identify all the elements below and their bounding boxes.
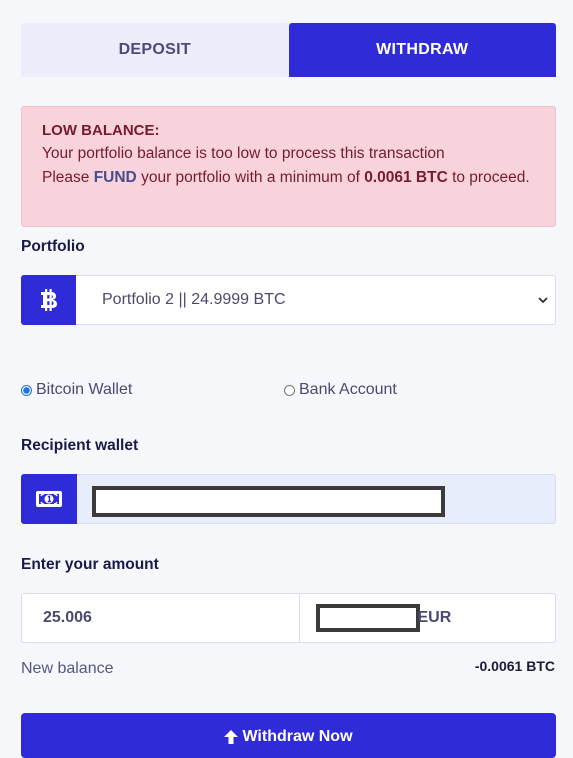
radio-button-checked[interactable] [21, 384, 32, 396]
btc-amount-input[interactable]: 25.006 [22, 594, 300, 642]
tab-deposit[interactable]: DEPOSIT [21, 23, 289, 77]
radio-button-unchecked[interactable] [284, 384, 295, 396]
portfolio-selected-value: Portfolio 2 || 24.9999 BTC [102, 291, 286, 308]
alert-message: Your portfolio balance is too low to pro… [42, 145, 445, 162]
recipient-wallet-input[interactable] [77, 474, 556, 524]
minimum-amount: 0.0061 BTC [364, 169, 448, 186]
bitcoin-icon [21, 275, 76, 325]
alert-title: LOW BALANCE: [42, 122, 160, 139]
alert-text: your portfolio with a minimum of [136, 169, 365, 186]
portfolio-label: Portfolio [21, 238, 85, 255]
new-balance-label: New balance [21, 660, 114, 677]
recipient-wallet-label: Recipient wallet [21, 437, 139, 454]
portfolio-select-group: Portfolio 2 || 24.9999 BTC [21, 275, 556, 325]
radio-label: Bitcoin Wallet [36, 381, 133, 398]
portfolio-select[interactable]: Portfolio 2 || 24.9999 BTC [76, 275, 556, 325]
tab-withdraw[interactable]: WITHDRAW [288, 23, 556, 77]
alert-instruction: Please FUND your portfolio with a minimu… [42, 166, 535, 190]
alert-text: to proceed. [447, 169, 530, 186]
new-balance-value: -0.0061 BTC [474, 658, 555, 674]
radio-bitcoin-wallet[interactable]: Bitcoin Wallet [21, 381, 132, 399]
radio-bank-account[interactable]: Bank Account [284, 381, 397, 399]
alert-text: Please [42, 169, 94, 186]
redacted-fiat-amount [315, 604, 420, 632]
low-balance-alert: LOW BALANCE: Your portfolio balance is t… [21, 106, 556, 227]
amount-label: Enter your amount [21, 556, 159, 573]
redacted-wallet-address [92, 486, 445, 517]
arrow-up-icon [224, 730, 239, 744]
radio-label: Bank Account [299, 381, 397, 398]
btc-amount-value: 25.006 [43, 609, 92, 626]
money-bill-icon [21, 474, 77, 524]
fund-link[interactable]: FUND [94, 169, 137, 186]
amount-group: 25.006 EUR [21, 593, 556, 643]
chevron-down-icon [538, 297, 548, 304]
withdraw-now-button[interactable]: Withdraw Now [21, 713, 556, 758]
tab-bar: DEPOSIT WITHDRAW [21, 23, 556, 77]
fiat-currency: EUR [417, 609, 452, 626]
withdraw-now-label: Withdraw Now [242, 728, 353, 745]
recipient-wallet-group [21, 474, 556, 524]
fiat-amount-input[interactable]: EUR [300, 594, 556, 642]
